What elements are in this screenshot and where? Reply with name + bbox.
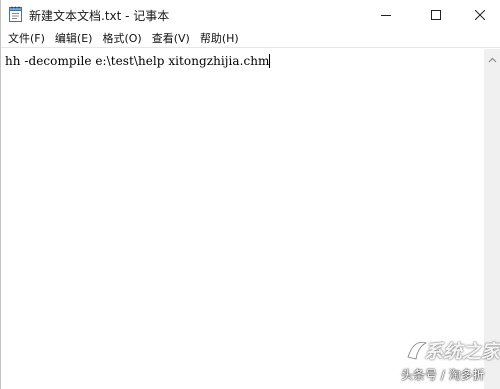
scroll-up-button[interactable] bbox=[484, 49, 500, 66]
watermark-logo: 系统之家 bbox=[404, 335, 500, 363]
menu-file[interactable]: 文件(F) bbox=[3, 29, 50, 48]
text-caret bbox=[269, 54, 271, 68]
notepad-icon[interactable] bbox=[9, 6, 22, 22]
notepad-window: 新建文本文档.txt - 记事本 文件(F) 编辑(E) 格式(O) 查看(V) bbox=[0, 0, 500, 389]
title-bar[interactable]: 新建文本文档.txt - 记事本 bbox=[1, 0, 500, 30]
maximize-icon bbox=[431, 5, 441, 24]
close-button[interactable] bbox=[457, 0, 500, 28]
watermark: 系统之家 头条号 / 淘多折 bbox=[401, 335, 500, 385]
menu-edit[interactable]: 编辑(E) bbox=[50, 29, 98, 48]
window-title: 新建文本文档.txt - 记事本 bbox=[29, 9, 170, 23]
scroll-up-arrow-icon bbox=[488, 48, 497, 67]
editor-text: hh -decompile e:\test\help xitongzhijia.… bbox=[5, 54, 270, 68]
close-icon bbox=[474, 5, 486, 24]
maximize-button[interactable] bbox=[413, 0, 459, 28]
menu-view[interactable]: 查看(V) bbox=[147, 29, 195, 48]
editor-content-line[interactable]: hh -decompile e:\test\help xitongzhijia.… bbox=[5, 54, 271, 68]
minimize-icon bbox=[381, 5, 391, 24]
menu-format[interactable]: 格式(O) bbox=[97, 29, 146, 48]
menu-help[interactable]: 帮助(H) bbox=[195, 29, 244, 48]
menu-bar: 文件(F) 编辑(E) 格式(O) 查看(V) 帮助(H) bbox=[1, 29, 500, 48]
minimize-button[interactable] bbox=[363, 0, 409, 28]
watermark-caption: 头条号 / 淘多折 bbox=[401, 368, 485, 382]
